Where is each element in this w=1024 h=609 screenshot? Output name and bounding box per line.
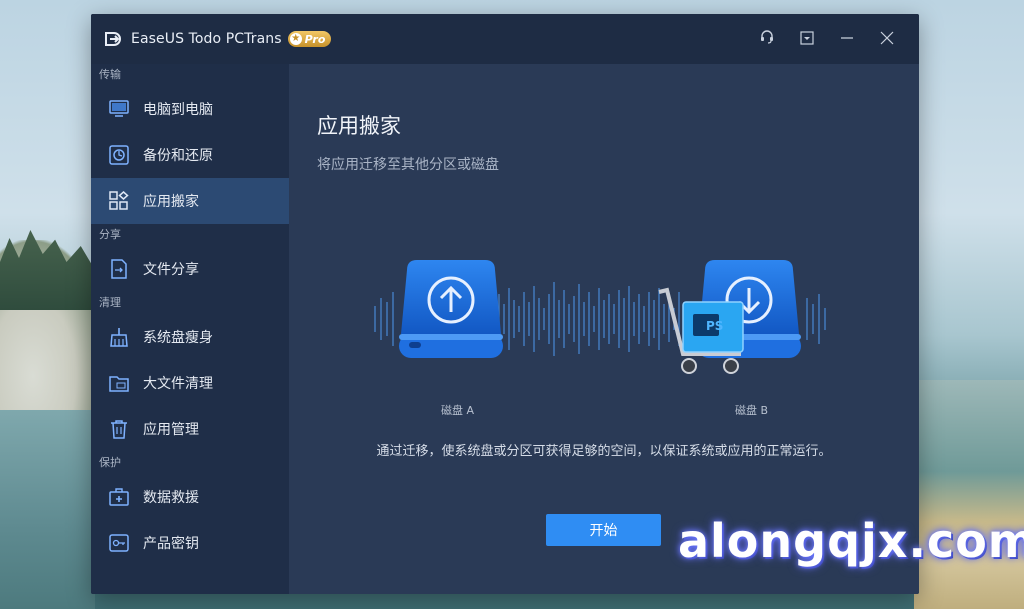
support-icon xyxy=(759,29,775,49)
app-migration-icon xyxy=(109,191,129,211)
sidebar-item-large-file-cleanup[interactable]: 大文件清理 xyxy=(91,360,289,406)
sidebar-item-label: 备份和还原 xyxy=(143,148,213,164)
sidebar-item-label: 系统盘瘦身 xyxy=(143,330,213,346)
description-text: 通过迁移，使系统盘或分区可获得足够的空间，以保证系统或应用的正常运行。 xyxy=(376,444,832,459)
sidebar: 传输 电脑到电脑 备份和还原 应用搬家 分享 文件分享 清理 系统盘瘦身 大文件… xyxy=(91,64,289,594)
sidebar-item-label: 文件分享 xyxy=(143,262,199,278)
star-icon: ★ xyxy=(289,33,302,45)
pro-badge-label: Pro xyxy=(304,32,326,46)
broom-icon xyxy=(109,327,129,347)
app-title: EaseUS Todo PCTrans xyxy=(131,31,282,47)
window-controls xyxy=(747,14,907,64)
sidebar-item-label: 大文件清理 xyxy=(143,376,213,392)
minimize-icon xyxy=(840,30,854,49)
sidebar-item-label: 数据救援 xyxy=(143,490,199,506)
minimize-button[interactable] xyxy=(827,14,867,64)
title-bar: EaseUS Todo PCTrans ★ Pro xyxy=(91,14,919,64)
sidebar-item-app-migration[interactable]: 应用搬家 xyxy=(91,178,289,224)
sidebar-item-app-management[interactable]: 应用管理 xyxy=(91,406,289,452)
trash-icon xyxy=(109,419,129,439)
migration-illustration: PS xyxy=(367,242,837,412)
file-share-icon xyxy=(109,259,129,279)
page-subtitle: 将应用迁移至其他分区或磁盘 xyxy=(317,157,499,173)
cart-icon xyxy=(658,287,744,374)
section-label-share: 分享 xyxy=(99,228,121,241)
section-label-protect: 保护 xyxy=(99,456,121,469)
migration-graphic: PS xyxy=(374,260,826,374)
disk-b-label: 磁盘 B xyxy=(735,404,769,417)
pc-to-pc-icon xyxy=(109,99,129,119)
disk-a-icon xyxy=(399,260,503,358)
sidebar-item-pc-to-pc[interactable]: 电脑到电脑 xyxy=(91,86,289,132)
rescue-kit-icon xyxy=(109,487,129,507)
sidebar-item-system-slim[interactable]: 系统盘瘦身 xyxy=(91,314,289,360)
product-key-icon xyxy=(109,533,129,553)
sidebar-item-product-key[interactable]: 产品密钥 xyxy=(91,520,289,566)
sidebar-item-label: 应用搬家 xyxy=(143,194,199,210)
support-button[interactable] xyxy=(747,14,787,64)
menu-button[interactable] xyxy=(787,14,827,64)
sidebar-item-label: 电脑到电脑 xyxy=(143,102,213,118)
app-logo-icon xyxy=(103,29,125,49)
disk-a-label: 磁盘 A xyxy=(441,404,475,417)
ps-badge-text: PS xyxy=(706,319,723,333)
sidebar-item-file-share[interactable]: 文件分享 xyxy=(91,246,289,292)
pro-badge: ★ Pro xyxy=(287,31,332,47)
sidebar-item-label: 应用管理 xyxy=(143,422,199,438)
watermark-text: alongqjx.com xyxy=(678,514,1024,568)
sidebar-item-label: 产品密钥 xyxy=(143,536,199,552)
large-file-folder-icon xyxy=(109,373,129,393)
background-shore xyxy=(914,380,1024,609)
close-icon xyxy=(880,30,894,49)
sidebar-item-data-rescue[interactable]: 数据救援 xyxy=(91,474,289,520)
start-button[interactable]: 开始 xyxy=(546,514,661,546)
section-label-clean: 清理 xyxy=(99,296,121,309)
section-label-transfer: 传输 xyxy=(99,68,121,81)
menu-download-icon xyxy=(800,30,814,49)
background-water xyxy=(0,410,95,609)
close-button[interactable] xyxy=(867,14,907,64)
backup-restore-icon xyxy=(109,145,129,165)
sidebar-item-backup-restore[interactable]: 备份和还原 xyxy=(91,132,289,178)
page-title: 应用搬家 xyxy=(317,114,401,138)
app-window: EaseUS Todo PCTrans ★ Pro 传输 电脑到电脑 备份和还原… xyxy=(91,14,919,594)
